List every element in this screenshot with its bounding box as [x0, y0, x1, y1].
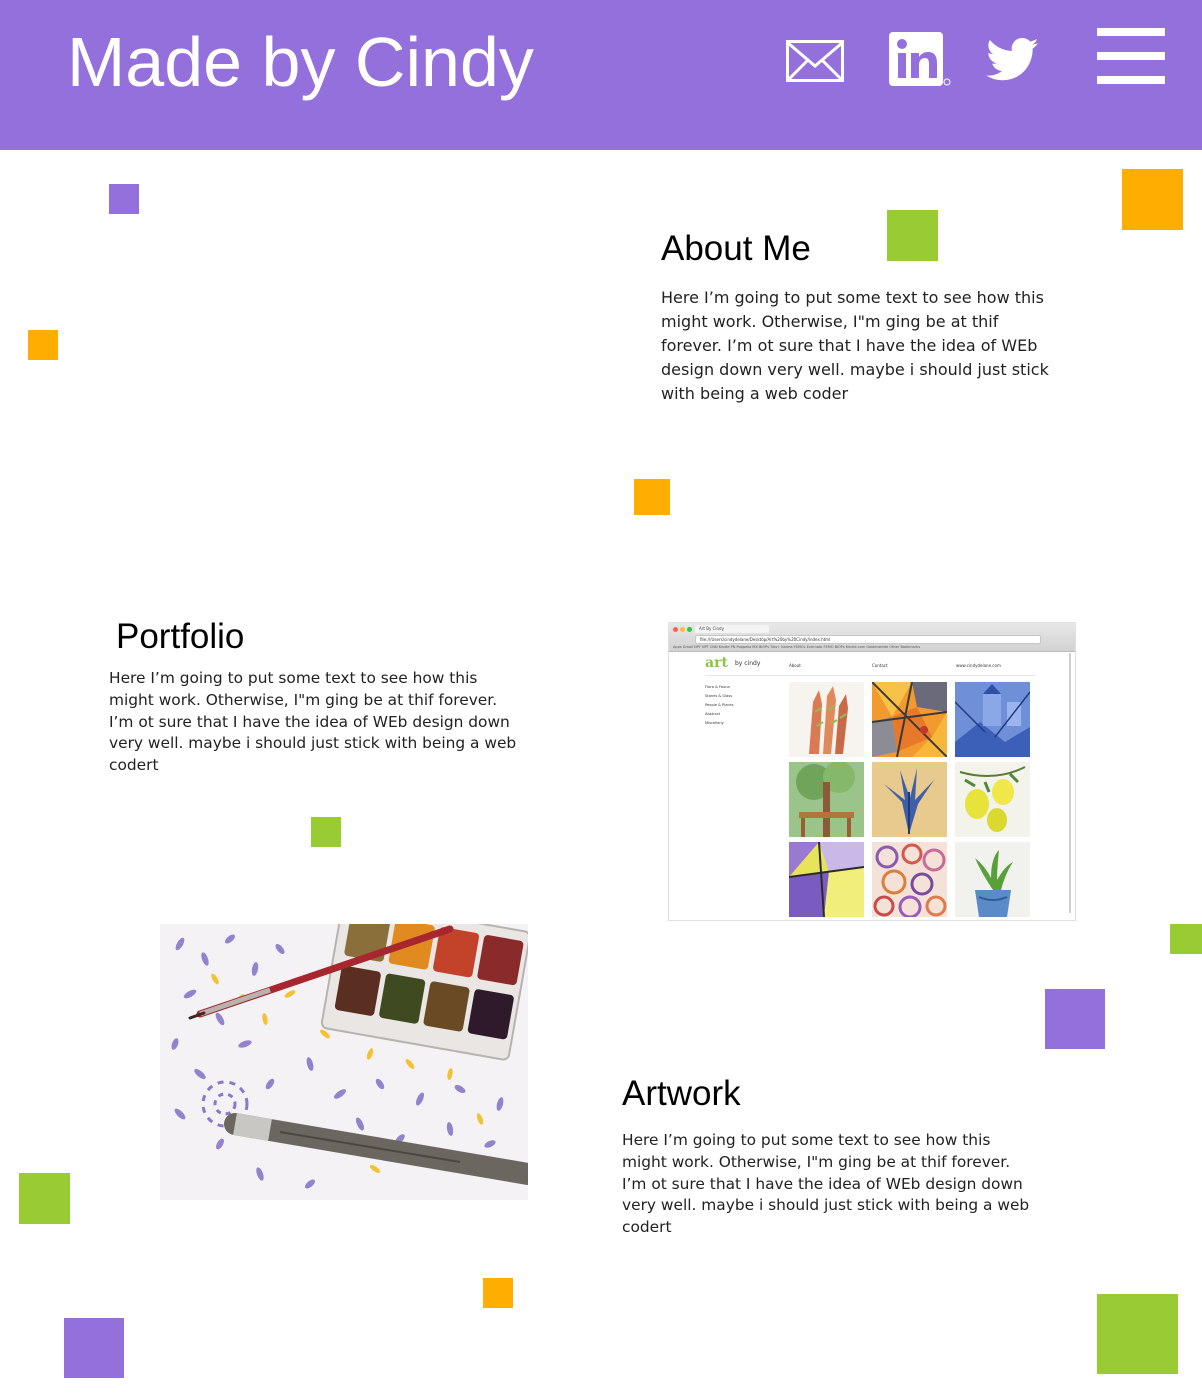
- about-title: About Me: [661, 229, 811, 268]
- portfolio-text: Here I’m going to put some text to see h…: [109, 669, 517, 775]
- close-dot: [673, 627, 678, 632]
- decorative-square: [1122, 169, 1183, 230]
- art-thumb-abstract-orange: [872, 682, 947, 757]
- mini-site-logo: art: [705, 655, 728, 671]
- portfolio-title: Portfolio: [116, 617, 245, 656]
- mini-divider: [705, 675, 1035, 676]
- decorative-square: [1097, 1294, 1178, 1374]
- about-text: Here I’m going to put some text to see h…: [661, 288, 1049, 403]
- decorative-square: [64, 1318, 124, 1378]
- decorative-square: [1045, 989, 1105, 1049]
- mini-site-logo-sub: by cindy: [735, 660, 761, 667]
- decorative-square: [483, 1278, 513, 1308]
- decorative-square: [311, 817, 341, 847]
- art-thumb-swirls: [872, 842, 947, 917]
- art-thumb-lemons: [955, 762, 1030, 837]
- mini-sidebar-item: People & Places: [705, 703, 734, 707]
- hamburger-menu-icon[interactable]: [1097, 28, 1165, 86]
- site-title[interactable]: Made by Cindy: [67, 22, 534, 102]
- bookmarks-bar: Apps Gmail NPF NPT CNN Kindle PN Poppeli…: [673, 645, 921, 649]
- twitter-icon[interactable]: [986, 38, 1040, 82]
- mini-sidebar-item: Miscellany: [705, 721, 724, 725]
- decorative-square: [19, 1173, 70, 1224]
- art-thumb-asparagus: [789, 682, 864, 757]
- mail-icon[interactable]: [786, 40, 844, 82]
- artwork-title: Artwork: [622, 1074, 741, 1113]
- url-bar: file:///Users/cindydelane/Desktop/Art%20…: [695, 635, 1041, 644]
- decorative-square: [109, 184, 139, 214]
- mini-sidebar-item: Abstract: [705, 712, 721, 716]
- browser-chrome: Art By Cindy file:///Users/cindydelane/D…: [669, 623, 1075, 652]
- decorative-square: [28, 330, 58, 360]
- watercolor-supplies-photo: [160, 924, 528, 1200]
- zoom-dot: [687, 627, 692, 632]
- art-thumb-blue-buildings: [955, 682, 1030, 757]
- minimize-dot: [680, 627, 685, 632]
- site-header: Made by Cindy: [0, 0, 1202, 150]
- decorative-square: [634, 479, 670, 515]
- linkedin-icon[interactable]: [889, 32, 953, 88]
- mini-sidebar-item: Stones & Glass: [705, 694, 733, 698]
- art-thumb-blue-plant: [872, 762, 947, 837]
- mini-scrollbar: [1069, 653, 1071, 913]
- mini-nav-url: www.cindydelane.com: [956, 663, 1001, 668]
- decorative-square: [887, 210, 938, 261]
- artwork-text: Here I’m going to put some text to see h…: [622, 1131, 1030, 1237]
- decorative-square: [1170, 924, 1202, 954]
- browser-tab: Art By Cindy: [695, 625, 769, 633]
- art-thumb-tree-chair: [789, 762, 864, 837]
- mini-sidebar-item: Flora & Fauna: [705, 685, 730, 689]
- mini-nav-about: About: [789, 663, 801, 668]
- portfolio-screenshot[interactable]: Art By Cindy file:///Users/cindydelane/D…: [669, 623, 1075, 920]
- art-thumb-abstract-yellow: [789, 842, 864, 917]
- art-thumb-succulent-pot: [955, 842, 1030, 917]
- mini-nav-contact: Contact: [872, 663, 888, 668]
